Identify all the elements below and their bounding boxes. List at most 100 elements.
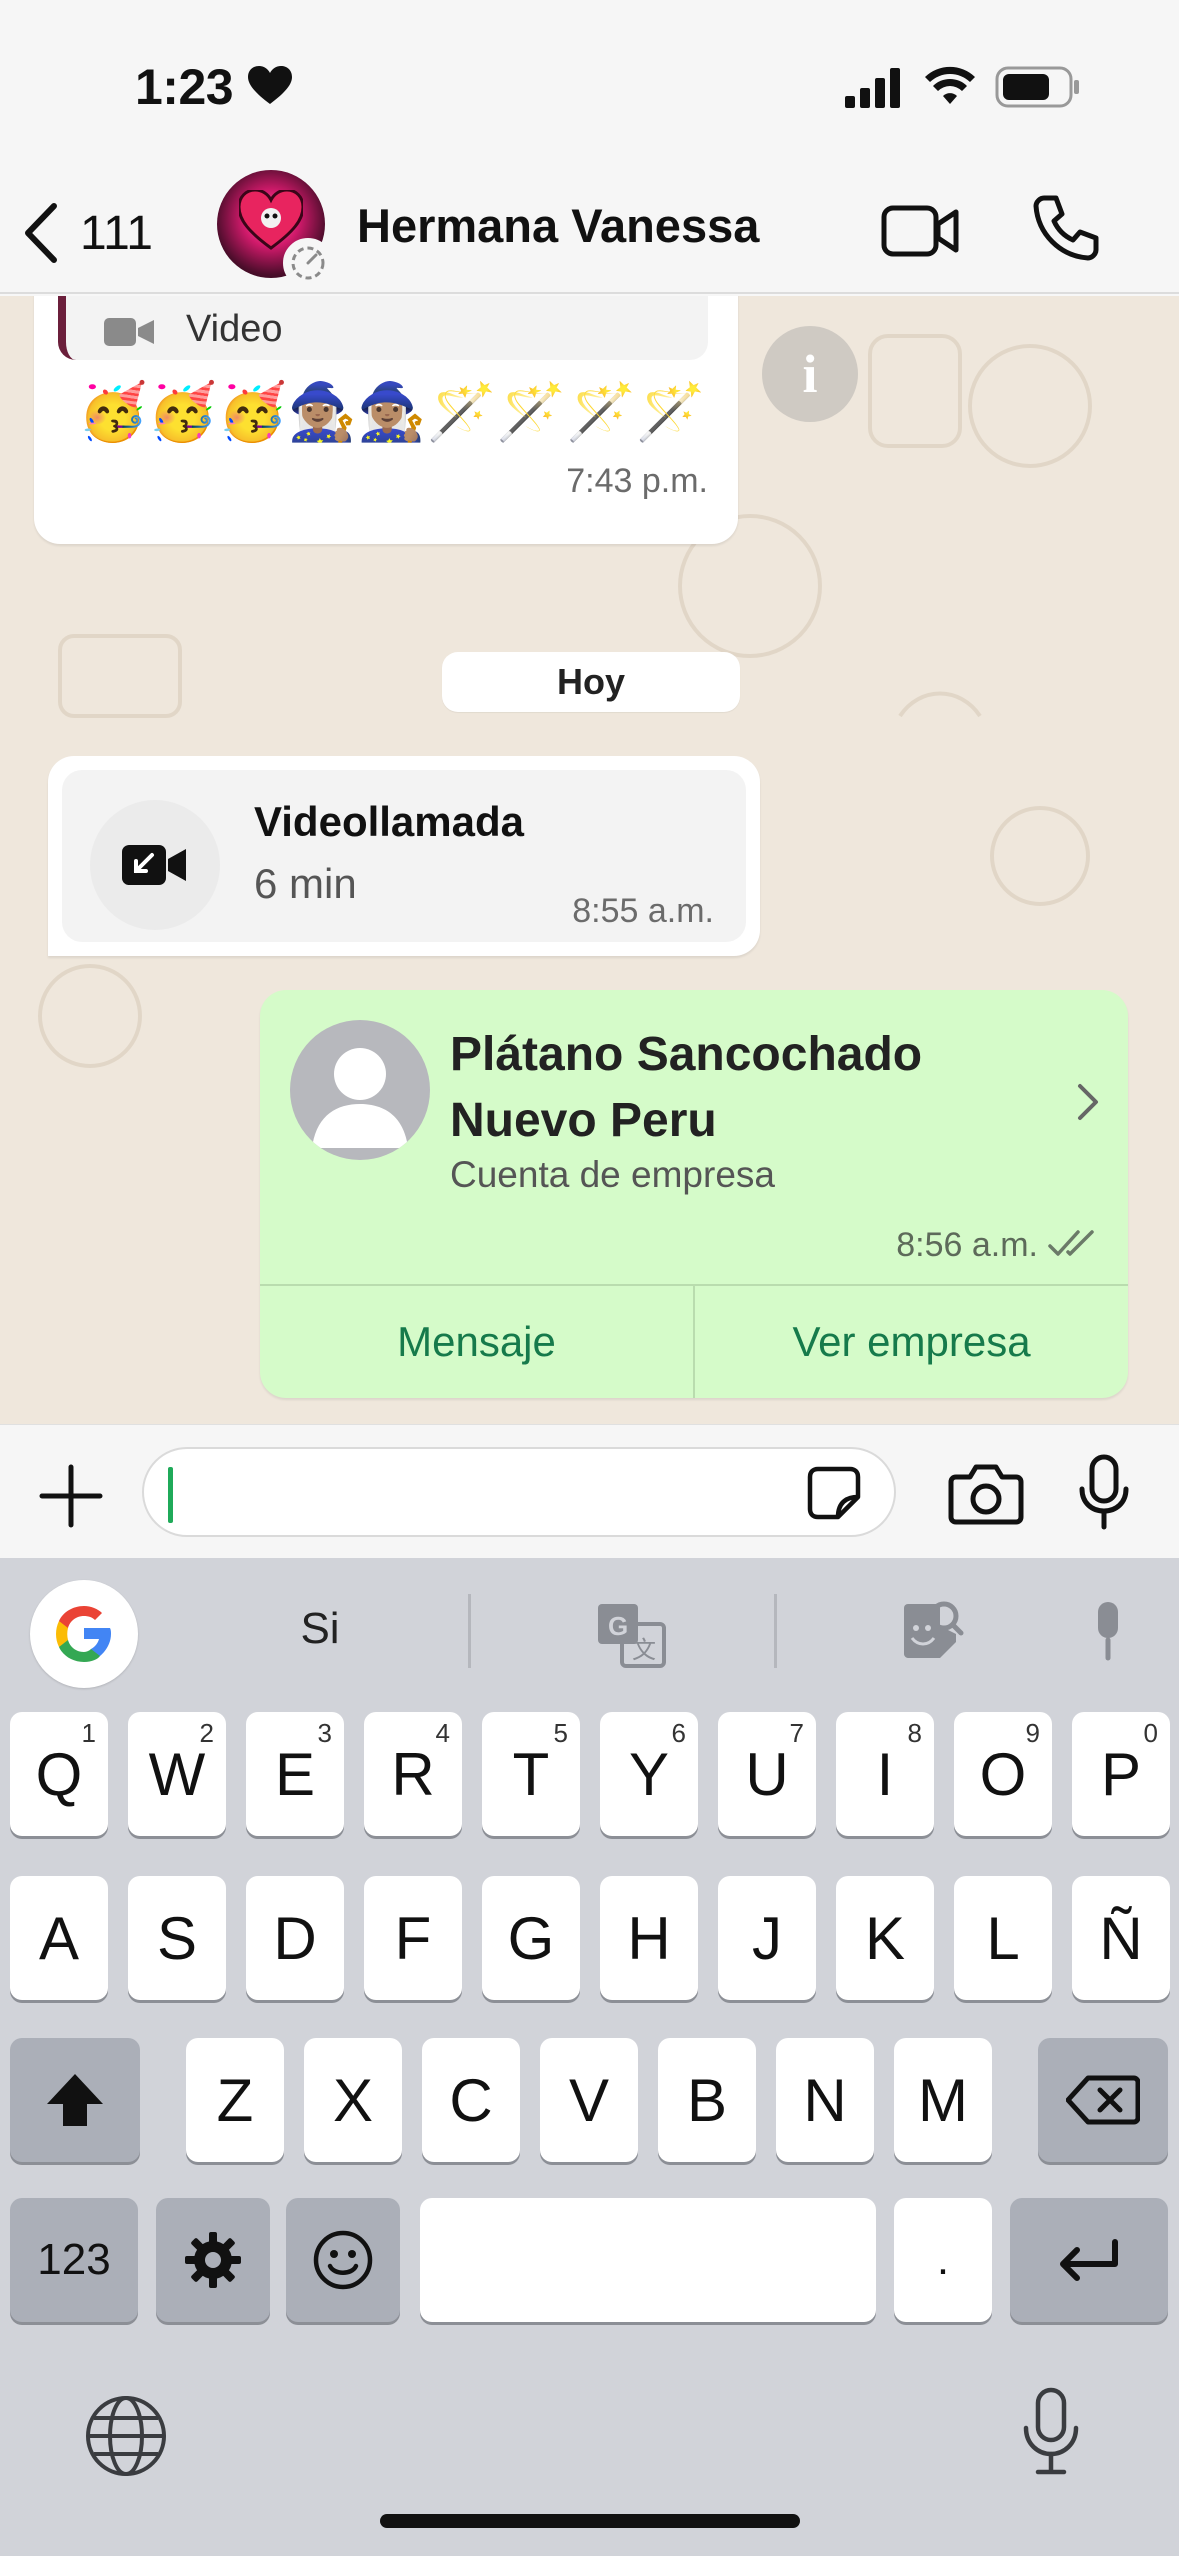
keyboard-toolbar: Si G 文 (0, 1558, 1179, 1700)
double-check-icon (1048, 1230, 1094, 1256)
plus-icon[interactable] (36, 1461, 106, 1531)
text-cursor (168, 1467, 173, 1523)
contact-card-actions: Mensaje Ver empresa (260, 1284, 1128, 1398)
contact-card-name: Plátano Sancochado Nuevo Peru (450, 1028, 923, 1147)
key-d[interactable]: D (246, 1876, 344, 2000)
space-key[interactable] (420, 2198, 876, 2322)
key-y[interactable]: Y6 (600, 1712, 698, 1836)
key-s[interactable]: S (128, 1876, 226, 2000)
contact-card-bubble[interactable]: Plátano Sancochado Nuevo Peru Cuenta de … (260, 990, 1128, 1398)
key-v[interactable]: V (540, 2038, 638, 2162)
key-w[interactable]: W2 (128, 1712, 226, 1836)
return-icon (1060, 2239, 1118, 2281)
key-b[interactable]: B (658, 2038, 756, 2162)
home-indicator[interactable] (380, 2514, 800, 2528)
key-j[interactable]: J (718, 1876, 816, 2000)
heart-icon (248, 66, 292, 104)
avatar-image (239, 190, 303, 250)
key-k[interactable]: K (836, 1876, 934, 2000)
microphone-icon[interactable] (1074, 1453, 1134, 1531)
key-n[interactable]: N (776, 2038, 874, 2162)
sticker-icon[interactable] (804, 1463, 864, 1523)
key-a[interactable]: A (10, 1876, 108, 2000)
word-suggestion[interactable]: Si (270, 1604, 370, 1654)
message-time: 7:43 p.m. (566, 462, 708, 500)
key-q[interactable]: Q1 (10, 1712, 108, 1836)
key-o[interactable]: O9 (954, 1712, 1052, 1836)
message-input[interactable] (142, 1447, 896, 1537)
key-u[interactable]: U7 (718, 1712, 816, 1836)
numbers-key[interactable]: 123 (10, 2198, 138, 2322)
key-z[interactable]: Z (186, 2038, 284, 2162)
call-time: 8:55 a.m. (572, 892, 714, 930)
chat-header: 111 Hermana Vanessa (0, 170, 1179, 294)
phone-icon[interactable] (1030, 192, 1100, 262)
chat-area[interactable]: Video 🥳🥳🥳🧙🏽‍♀️🧙🏽‍♀️🪄🪄🪄🪄 7:43 p.m. i Hoy … (0, 296, 1179, 1424)
key-e[interactable]: E3 (246, 1712, 344, 1836)
period-key[interactable]: . (894, 2198, 992, 2322)
view-business-button[interactable]: Ver empresa (693, 1286, 1128, 1398)
key-c[interactable]: C (422, 2038, 520, 2162)
emoji-icon (313, 2230, 373, 2290)
key-m[interactable]: M (894, 2038, 992, 2162)
emoji-key[interactable] (286, 2198, 400, 2322)
contact-card-time: 8:56 a.m. (896, 1226, 1038, 1264)
contact-card-subtitle: Cuenta de empresa (450, 1154, 775, 1195)
date-separator: Hoy (442, 652, 740, 712)
chevron-right-icon[interactable] (1076, 1082, 1100, 1122)
gear-icon (185, 2232, 241, 2288)
divider (468, 1594, 471, 1668)
keyboard: Si G 文 Q1 W2 E3 R4 T5 Y6 U7 I8 O9 P0 A S (0, 1558, 1179, 2556)
shift-key[interactable] (10, 2038, 140, 2162)
key-x[interactable]: X (304, 2038, 402, 2162)
sticker-search-icon[interactable] (900, 1598, 964, 1660)
unread-count: 111 (80, 206, 153, 260)
dictation-microphone-icon[interactable] (1016, 2386, 1086, 2478)
key-p[interactable]: P0 (1072, 1712, 1170, 1836)
key-h[interactable]: H (600, 1876, 698, 2000)
camera-icon[interactable] (948, 1461, 1024, 1525)
quoted-message[interactable]: Video (58, 296, 708, 360)
backspace-key[interactable] (1038, 2038, 1168, 2162)
contact-card-avatar (290, 1020, 430, 1160)
return-key[interactable] (1010, 2198, 1168, 2322)
contact-name[interactable]: Hermana Vanessa (357, 198, 759, 253)
quoted-message-label: Video (186, 308, 283, 350)
status-bar: 1:23 (0, 0, 1179, 170)
wifi-icon (925, 66, 975, 104)
key-t[interactable]: T5 (482, 1712, 580, 1836)
status-update-icon (283, 238, 333, 288)
microphone-icon[interactable] (1086, 1600, 1130, 1662)
signal-icon (845, 68, 900, 108)
battery-icon (995, 66, 1079, 108)
translate-icon[interactable]: G 文 (596, 1602, 666, 1668)
message-bubble-incoming[interactable]: Video 🥳🥳🥳🧙🏽‍♀️🧙🏽‍♀️🪄🪄🪄🪄 7:43 p.m. (34, 296, 738, 544)
key-l[interactable]: L (954, 1876, 1052, 2000)
back-button[interactable]: 111 (20, 198, 170, 268)
key-f[interactable]: F (364, 1876, 462, 2000)
call-log-bubble[interactable]: Videollamada 6 min 8:55 a.m. (48, 756, 760, 956)
info-icon[interactable]: i (762, 326, 858, 422)
divider (774, 1594, 777, 1668)
svg-text:文: 文 (632, 1636, 656, 1664)
key-g[interactable]: G (482, 1876, 580, 2000)
globe-icon[interactable] (84, 2394, 168, 2478)
back-chevron-icon (25, 203, 57, 263)
key-n-tilde[interactable]: Ñ (1072, 1876, 1170, 2000)
call-duration: 6 min (254, 860, 357, 907)
emoji-message-text: 🥳🥳🥳🧙🏽‍♀️🧙🏽‍♀️🪄🪄🪄🪄 (78, 380, 706, 445)
key-r[interactable]: R4 (364, 1712, 462, 1836)
shift-icon (47, 2074, 103, 2126)
settings-key[interactable] (156, 2198, 270, 2322)
video-icon (104, 318, 154, 346)
incoming-video-call-icon (90, 800, 220, 930)
call-title: Videollamada (254, 798, 525, 845)
date-label: Hoy (556, 661, 625, 702)
contact-avatar[interactable] (217, 170, 333, 288)
message-contact-button[interactable]: Mensaje (260, 1286, 693, 1398)
status-time: 1:23 (135, 59, 234, 115)
key-i[interactable]: I8 (836, 1712, 934, 1836)
video-camera-icon[interactable] (880, 196, 960, 266)
google-icon[interactable] (30, 1580, 138, 1688)
backspace-icon (1066, 2075, 1140, 2125)
